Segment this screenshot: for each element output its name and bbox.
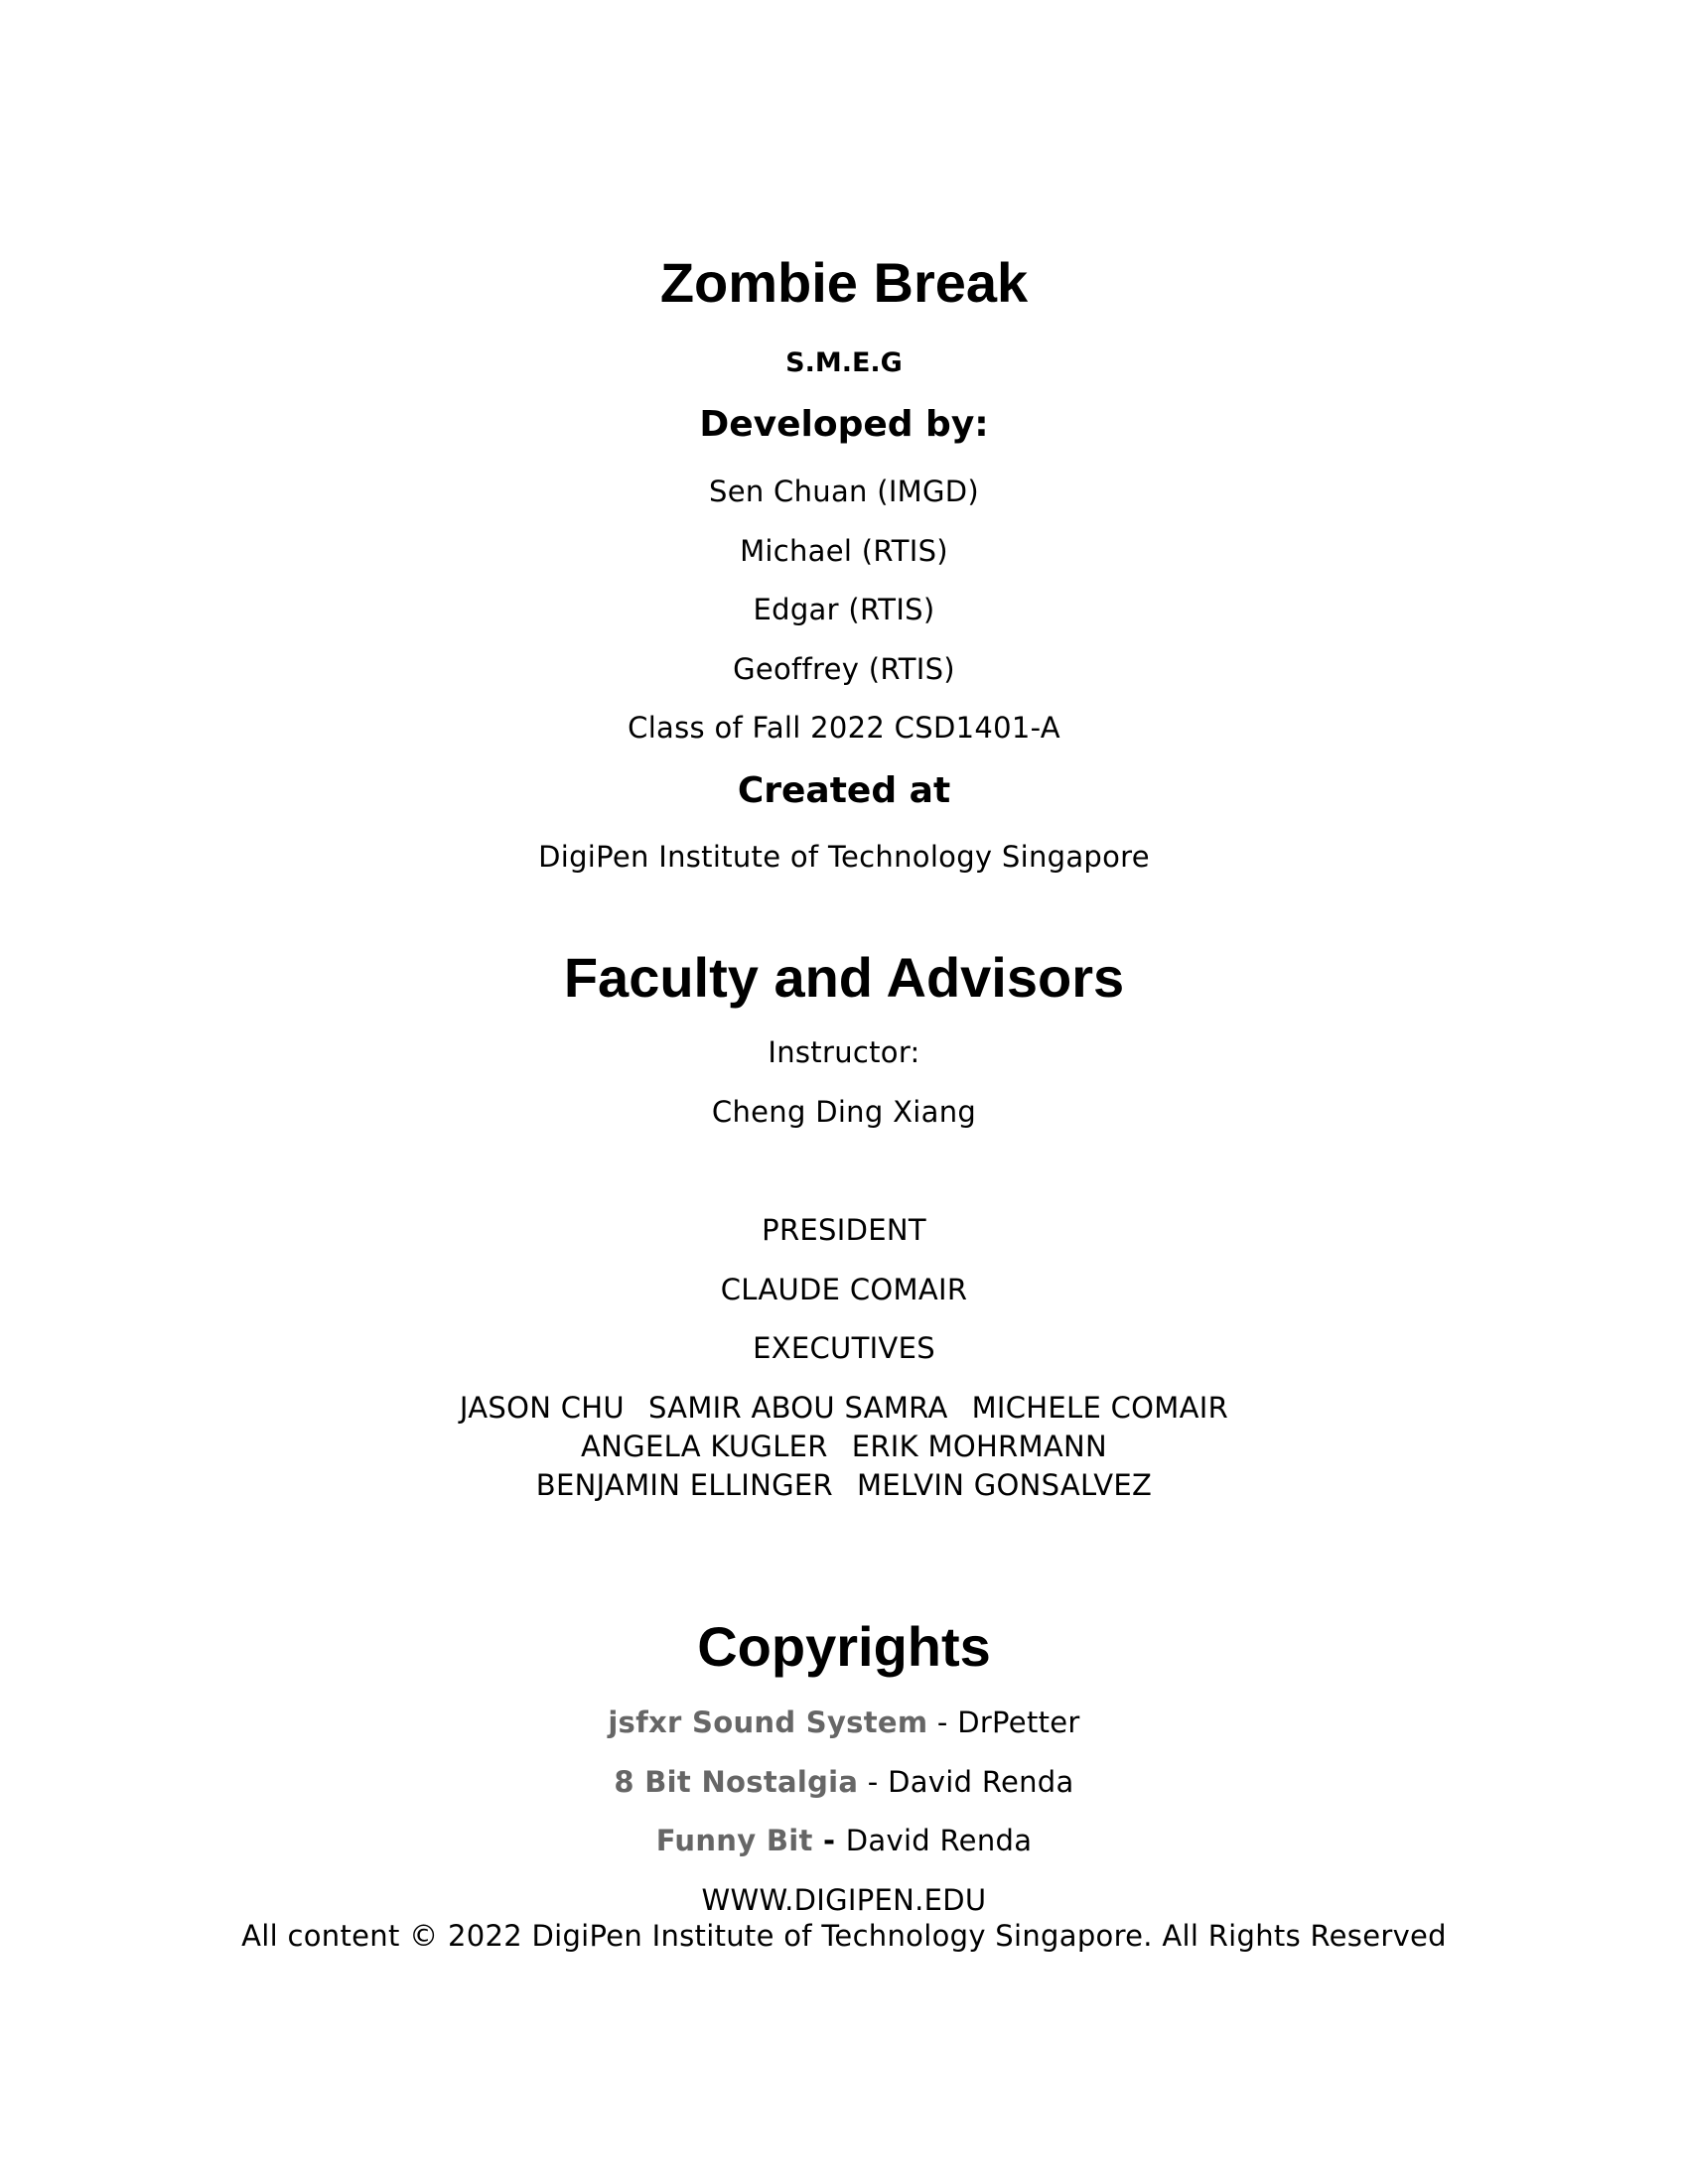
created-at-heading: Created at (737, 770, 951, 811)
copyright-author: David Renda (888, 1765, 1074, 1799)
executive-name: MELVIN GONSALVEZ (857, 1468, 1153, 1502)
copyright-separator: - (927, 1706, 958, 1739)
copyright-separator: - (812, 1824, 846, 1857)
copyright-author: David Renda (845, 1824, 1033, 1857)
executive-row: JASON CHU SAMIR ABOU SAMRA MICHELE COMAIR (0, 1391, 1688, 1425)
faculty-heading: Faculty and Advisors (563, 946, 1125, 1009)
copyright-item: Funny Bit - David Renda (0, 1824, 1688, 1857)
executive-name: ANGELA KUGLER (581, 1430, 828, 1463)
instructor-name: Cheng Ding Xiang (711, 1095, 977, 1129)
institution-name: DigiPen Institute of Technology Singapor… (538, 840, 1150, 874)
executive-name: MICHELE COMAIR (971, 1391, 1229, 1425)
executive-row: ANGELA KUGLER ERIK MOHRMANN (0, 1430, 1688, 1463)
executive-name: BENJAMIN ELLINGER (535, 1468, 833, 1502)
game-title: Zombie Break (659, 251, 1029, 314)
copyrights-heading: Copyrights (697, 1615, 991, 1678)
copyright-separator: - (858, 1765, 889, 1799)
president-label: PRESIDENT (762, 1213, 926, 1247)
developer-name: Edgar (RTIS) (753, 593, 935, 626)
developer-name: Michael (RTIS) (740, 534, 948, 568)
copyright-item: jsfxr Sound System - DrPetter (0, 1706, 1688, 1739)
class-line: Class of Fall 2022 CSD1401-A (628, 711, 1060, 745)
developer-name: Geoffrey (RTIS) (733, 652, 955, 686)
instructor-label: Instructor: (768, 1035, 920, 1069)
credits-page: Zombie Break S.M.E.G Developed by: Sen C… (0, 0, 1688, 2184)
developer-name: Sen Chuan (IMGD) (708, 475, 980, 508)
executive-name: JASON CHU (459, 1391, 625, 1425)
executive-name: SAMIR ABOU SAMRA (647, 1391, 948, 1425)
copyright-work: Funny Bit (655, 1824, 813, 1857)
executives-label: EXECUTIVES (753, 1331, 935, 1365)
copyright-work: jsfxr Sound System (608, 1706, 928, 1739)
copyright-item: 8 Bit Nostalgia - David Renda (0, 1765, 1688, 1799)
developed-by-heading: Developed by: (699, 404, 989, 445)
legal-notice: All content © 2022 DigiPen Institute of … (241, 1919, 1447, 1953)
copyright-work: 8 Bit Nostalgia (614, 1765, 859, 1799)
website-text: WWW.DIGIPEN.EDU (701, 1883, 987, 1917)
team-name: S.M.E.G (785, 347, 903, 378)
copyright-author: DrPetter (957, 1706, 1080, 1739)
executive-name: ERIK MOHRMANN (851, 1430, 1107, 1463)
president-name: CLAUDE COMAIR (720, 1273, 968, 1306)
executive-row: BENJAMIN ELLINGER MELVIN GONSALVEZ (0, 1468, 1688, 1502)
